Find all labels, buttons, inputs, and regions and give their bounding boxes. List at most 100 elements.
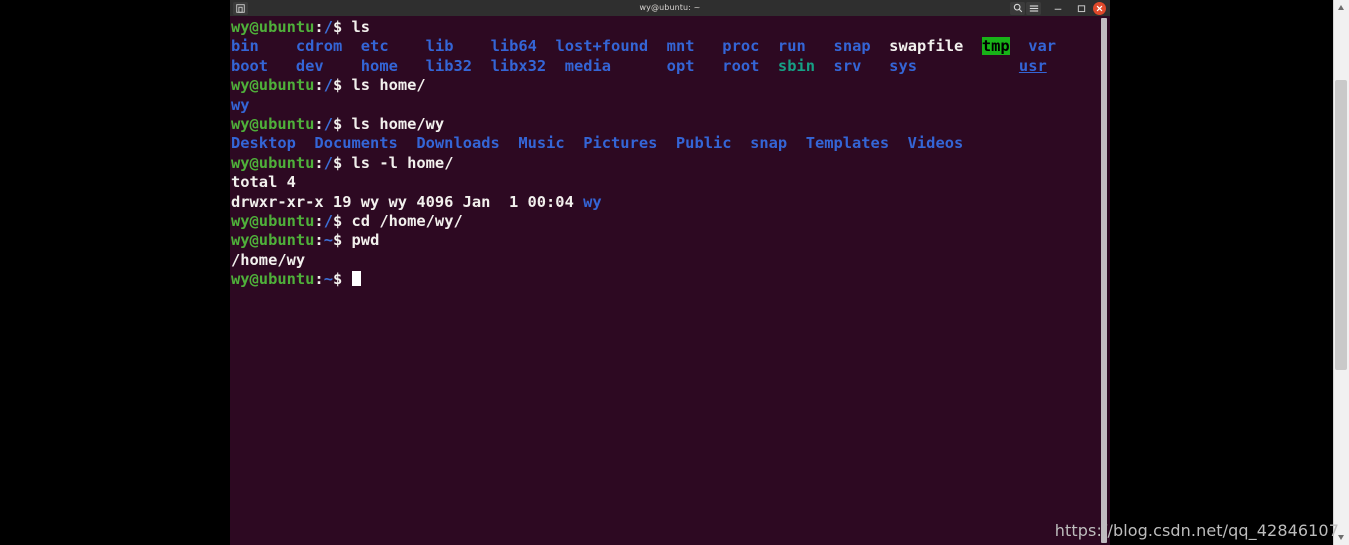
dir-entry: Templates — [805, 134, 890, 153]
terminal-line: boot dev home lib32 libx32 media opt roo… — [231, 57, 1098, 76]
dir-entry: Downloads — [416, 134, 500, 153]
prompt-path: ~ — [323, 231, 333, 250]
dir-entry: media — [564, 56, 612, 75]
prompt-user-host: wy@ubuntu — [231, 231, 315, 250]
command-text: ls -l home/ — [351, 153, 454, 172]
dir-entry: Pictures — [583, 134, 658, 153]
terminal-line: wy@ubuntu:/$ ls -l home/ — [231, 154, 1098, 173]
terminal-line: total 4 — [231, 173, 1098, 192]
dir-entry: bin — [231, 37, 259, 56]
prompt-user-host: wy@ubuntu — [231, 270, 315, 289]
terminal-active-prompt-line[interactable]: wy@ubuntu:~$ — [231, 270, 1098, 289]
terminal-window: wy@ubuntu: ~ wy@ubuntu:/$ ls bin cdrom e… — [230, 0, 1110, 545]
dir-entry: Desktop — [231, 134, 296, 153]
terminal-line: bin cdrom etc lib lib64 lost+found mnt p… — [231, 37, 1098, 56]
maximize-icon[interactable] — [1074, 2, 1089, 15]
terminal-scrollbar[interactable] — [1098, 16, 1110, 545]
hamburger-menu-icon[interactable] — [1026, 1, 1041, 15]
dir-entry: sys — [889, 56, 917, 75]
prompt-colon: : — [314, 153, 324, 172]
ls-entry-meta: drwxr-xr-x 19 wy wy 4096 Jan 1 00:04 — [231, 192, 584, 211]
prompt-sigil: $ — [332, 270, 343, 289]
dir-entry: mnt — [666, 37, 695, 56]
dir-entry: lib32 — [425, 56, 473, 75]
title-bar[interactable]: wy@ubuntu: ~ — [230, 0, 1110, 16]
symlink-entry: sbin — [777, 56, 815, 75]
command-text: ls home/ — [351, 76, 426, 95]
prompt-colon: : — [314, 211, 324, 230]
prompt-path: ~ — [323, 270, 333, 289]
command-text: cd /home/wy/ — [351, 211, 463, 230]
terminal-line: wy@ubuntu:/$ ls — [231, 18, 1098, 37]
prompt-user-host: wy@ubuntu — [231, 18, 315, 36]
dir-entry: lib64 — [490, 37, 537, 56]
symlink-entry: usr — [1018, 56, 1047, 75]
dir-entry: snap — [750, 134, 788, 153]
search-icon[interactable] — [1010, 1, 1025, 15]
terminal-line: /home/wy — [231, 251, 1098, 270]
dir-entry: snap — [833, 37, 871, 56]
text-cursor[interactable] — [351, 271, 361, 287]
dir-entry: lost+found — [555, 37, 649, 56]
command-text: ls home/wy — [351, 114, 445, 133]
prompt-sigil: $ — [332, 18, 343, 36]
scroll-up-arrow-icon[interactable] — [1334, 0, 1349, 15]
terminal-line: Desktop Documents Downloads Music Pictur… — [231, 134, 1098, 153]
pwd-output: /home/wy — [231, 250, 306, 269]
prompt-user-host: wy@ubuntu — [231, 211, 315, 230]
prompt-user-host: wy@ubuntu — [231, 153, 315, 172]
dir-entry: run — [777, 37, 806, 56]
dir-entry: var — [1028, 37, 1057, 56]
dir-entry: etc — [360, 37, 389, 56]
dir-entry: libx32 — [490, 56, 547, 75]
command-text: ls — [351, 18, 371, 36]
dir-entry: Music — [518, 134, 565, 153]
prompt-colon: : — [314, 231, 324, 250]
terminal-line: drwxr-xr-x 19 wy wy 4096 Jan 1 00:04 wy — [231, 193, 1098, 212]
prompt-sigil: $ — [332, 231, 343, 250]
dir-entry: opt — [666, 56, 695, 75]
terminal-line: wy@ubuntu:~$ pwd — [231, 231, 1098, 250]
dir-entry: wy — [583, 192, 602, 211]
file-entry: swapfile — [889, 37, 964, 56]
prompt-sigil: $ — [332, 76, 343, 95]
dir-entry: srv — [833, 56, 862, 75]
prompt-path: / — [323, 114, 333, 133]
close-icon[interactable] — [1093, 1, 1106, 15]
dir-entry: boot — [231, 56, 269, 75]
prompt-colon: : — [314, 76, 324, 95]
watermark-text: https://blog.csdn.net/qq_42846107 — [1054, 521, 1339, 540]
dir-entry: lib — [425, 37, 454, 56]
sticky-dir-entry: tmp — [981, 37, 1010, 56]
dir-entry: root — [722, 56, 760, 75]
dir-entry: wy — [231, 95, 250, 114]
window-title: wy@ubuntu: ~ — [639, 3, 701, 12]
prompt-user-host: wy@ubuntu — [231, 114, 315, 133]
terminal-line: wy@ubuntu:/$ ls home/wy — [231, 115, 1098, 134]
dir-entry: Videos — [907, 134, 964, 153]
prompt-path: / — [323, 76, 333, 95]
prompt-user-host: wy@ubuntu — [231, 76, 315, 95]
terminal-icon[interactable] — [233, 1, 248, 15]
prompt-path: / — [323, 18, 333, 36]
command-text: pwd — [351, 231, 380, 250]
page-scrollbar[interactable] — [1333, 0, 1349, 545]
prompt-sigil: $ — [332, 114, 343, 133]
terminal-glyph-icon — [236, 3, 245, 13]
terminal-line: wy@ubuntu:/$ ls home/ — [231, 76, 1098, 95]
prompt-path: / — [323, 211, 333, 230]
dir-entry: Public — [675, 134, 732, 153]
dir-entry: proc — [722, 37, 760, 56]
prompt-colon: : — [314, 114, 324, 133]
terminal-body[interactable]: wy@ubuntu:/$ ls bin cdrom etc lib lib64 … — [230, 16, 1110, 545]
terminal-screen[interactable]: wy@ubuntu:/$ ls bin cdrom etc lib lib64 … — [230, 18, 1098, 545]
minimize-icon[interactable] — [1050, 2, 1065, 15]
terminal-scrollbar-thumb[interactable] — [1101, 18, 1107, 543]
terminal-line: wy — [231, 96, 1098, 115]
prompt-colon: : — [314, 18, 324, 36]
prompt-sigil: $ — [332, 211, 343, 230]
dir-entry: dev — [295, 56, 324, 75]
page-scrollbar-thumb[interactable] — [1335, 80, 1347, 370]
ls-total: total 4 — [231, 173, 296, 192]
dir-entry: Documents — [314, 134, 398, 153]
